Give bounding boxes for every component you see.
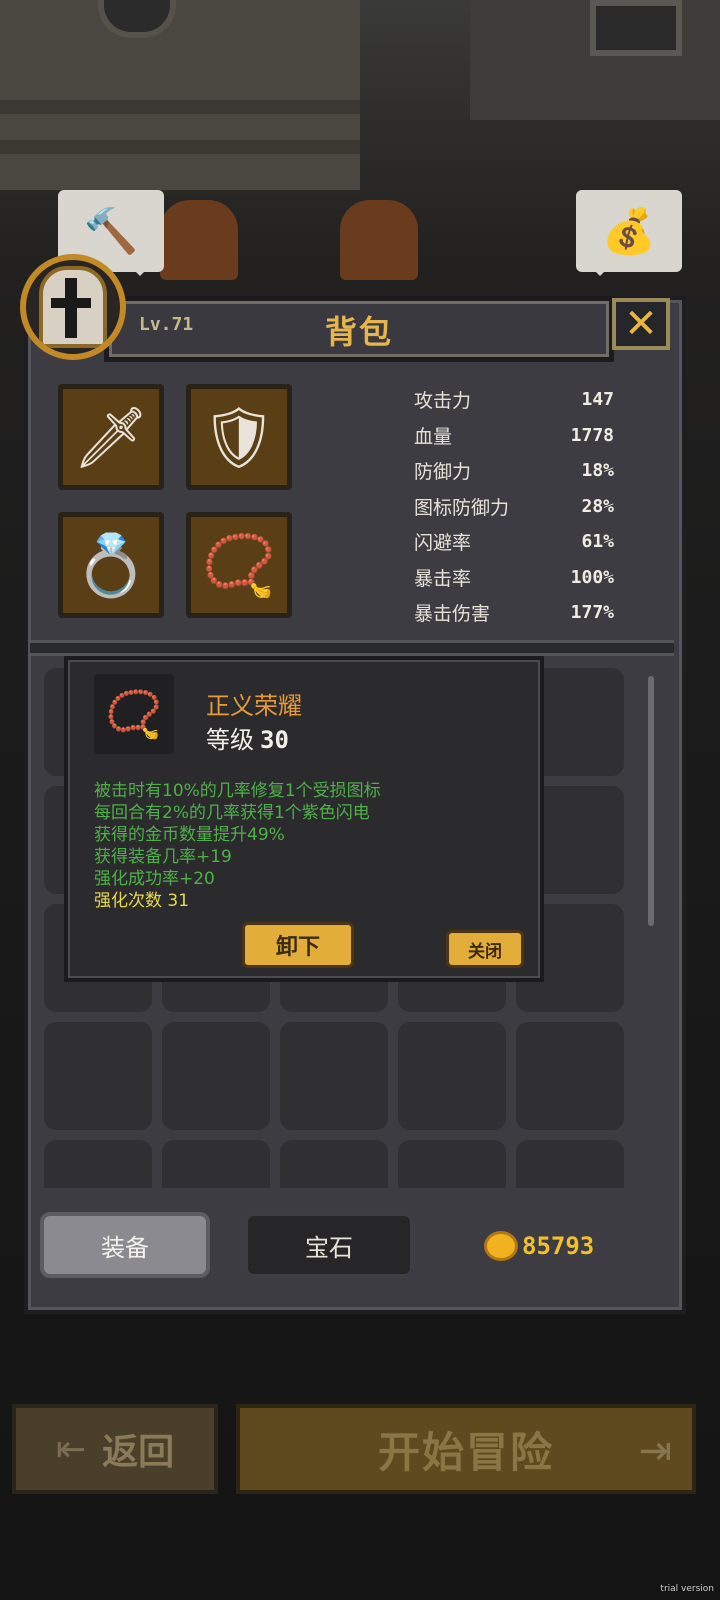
equip-slot-weapon[interactable]: 🗡 — [58, 384, 164, 490]
item-level-label: 等级 — [206, 726, 254, 754]
stat-label: 图标防御力 — [414, 496, 510, 519]
inventory-cell[interactable] — [280, 1140, 388, 1188]
stat-label: 暴击伤害 — [414, 603, 491, 626]
inventory-cell[interactable] — [44, 1140, 152, 1188]
page-title: 背包 — [324, 313, 393, 351]
effect-line: 强化成功率+20 — [94, 869, 215, 889]
stat-value: 28% — [581, 495, 614, 517]
inventory-cell[interactable] — [398, 1022, 506, 1130]
house-window — [590, 0, 682, 56]
armor-icon: 🛡 — [200, 402, 278, 473]
item-tooltip: 📿 正义荣耀 等级 30 被击时有10%的几率修复1个受损图标 每回合有2%的几率… — [64, 656, 544, 982]
tab-gems[interactable]: 宝石 — [244, 1212, 414, 1278]
stat-value: 147 — [581, 389, 614, 411]
stat-value: 1778 — [570, 424, 614, 446]
stat-row: 攻击力 147 — [414, 382, 614, 418]
exit-door-icon: ⇤ — [55, 1428, 87, 1470]
close-icon: ✕ — [624, 301, 658, 347]
equip-slot-necklace[interactable]: 📿 — [186, 512, 292, 618]
effect-line: 每回合有2%的几率获得1个紫色闪电 — [94, 803, 370, 823]
house-beam — [0, 100, 360, 114]
house-beam — [0, 140, 360, 154]
start-adventure-button[interactable]: 开始冒险 ⇥ — [236, 1404, 696, 1494]
necklace-icon: 📿 — [201, 530, 277, 601]
money-bag-icon: 💰 — [601, 206, 657, 257]
ring-icon: 💍 — [73, 530, 149, 601]
effect-line: 获得的金币数量提升49% — [94, 825, 285, 845]
inventory-cell[interactable] — [516, 1140, 624, 1188]
item-name: 正义荣耀 — [206, 692, 302, 720]
gold-counter: 85793 — [484, 1228, 594, 1264]
inventory-scrollbar[interactable] — [648, 676, 654, 926]
stat-label: 暴击率 — [414, 567, 472, 590]
helmet-icon — [39, 266, 107, 348]
item-level: 等级 30 — [206, 720, 289, 755]
stats-list[interactable]: 攻击力 147 血量 1778 防御力 18% 图标防御力 28% 闪避率 61% 暴击率… — [414, 382, 614, 628]
effect-line: 获得装备几率+19 — [94, 847, 232, 867]
inventory-cell[interactable] — [44, 1022, 152, 1130]
equip-slot-armor[interactable]: 🛡 — [186, 384, 292, 490]
stat-label: 防御力 — [414, 461, 472, 484]
stat-value: 100% — [570, 566, 614, 588]
stat-label: 血量 — [414, 425, 453, 448]
stat-value: 61% — [581, 531, 614, 553]
stat-label: 闪避率 — [414, 532, 472, 555]
inventory-cell[interactable] — [280, 1022, 388, 1130]
inventory-title-bar: Lv.71 背包 — [104, 296, 614, 362]
stat-row: 防御力 18% — [414, 453, 614, 489]
inventory-cell[interactable] — [162, 1140, 270, 1188]
inventory-cell[interactable] — [162, 1022, 270, 1130]
stat-label: 攻击力 — [414, 390, 472, 413]
merchant-left — [160, 200, 238, 280]
item-effects: 被击时有10%的几率修复1个受损图标 每回合有2%的几率获得1个紫色闪电 获得的… — [94, 780, 524, 912]
inventory-cell[interactable] — [398, 1140, 506, 1188]
stat-row: 图标防御力 28% — [414, 489, 614, 525]
start-label: 开始冒险 — [377, 1427, 554, 1477]
stat-value: 177% — [570, 602, 614, 624]
tab-equipment[interactable]: 装备 — [40, 1212, 210, 1278]
player-avatar[interactable] — [20, 254, 126, 360]
stat-row: 血量 1778 — [414, 418, 614, 454]
back-button[interactable]: ⇤ 返回 — [12, 1404, 218, 1494]
enhance-count: 强化次数 31 — [94, 891, 190, 911]
stat-value: 18% — [581, 460, 614, 482]
sword-icon: 🗡 — [72, 402, 150, 473]
stat-row: 暴击伤害 177% — [414, 595, 614, 628]
unequip-button[interactable]: 卸下 — [242, 922, 354, 968]
panel-divider — [30, 640, 674, 656]
merchant-hooded — [340, 200, 418, 280]
stat-row: 闪避率 61% — [414, 524, 614, 560]
tooltip-close-button[interactable]: 关闭 — [446, 930, 524, 968]
equip-slot-ring[interactable]: 💍 — [58, 512, 164, 618]
stat-row: 暴击率 100% — [414, 560, 614, 596]
close-button[interactable]: ✕ — [612, 298, 670, 350]
tooltip-item-slot: 📿 — [94, 674, 174, 754]
enter-door-icon: ⇥ — [638, 1428, 672, 1474]
item-level-value: 30 — [260, 726, 289, 754]
effect-line: 被击时有10%的几率修复1个受损图标 — [94, 781, 381, 801]
gold-amount: 85793 — [522, 1232, 595, 1260]
trial-watermark: trial version — [660, 1584, 714, 1594]
house-left — [0, 0, 360, 196]
necklace-icon: 📿 — [105, 686, 163, 741]
back-label: 返回 — [102, 1432, 175, 1473]
shop-bubble[interactable]: 💰 — [576, 190, 682, 276]
gold-coin-icon — [484, 1231, 518, 1261]
inventory-cell[interactable] — [516, 1022, 624, 1130]
